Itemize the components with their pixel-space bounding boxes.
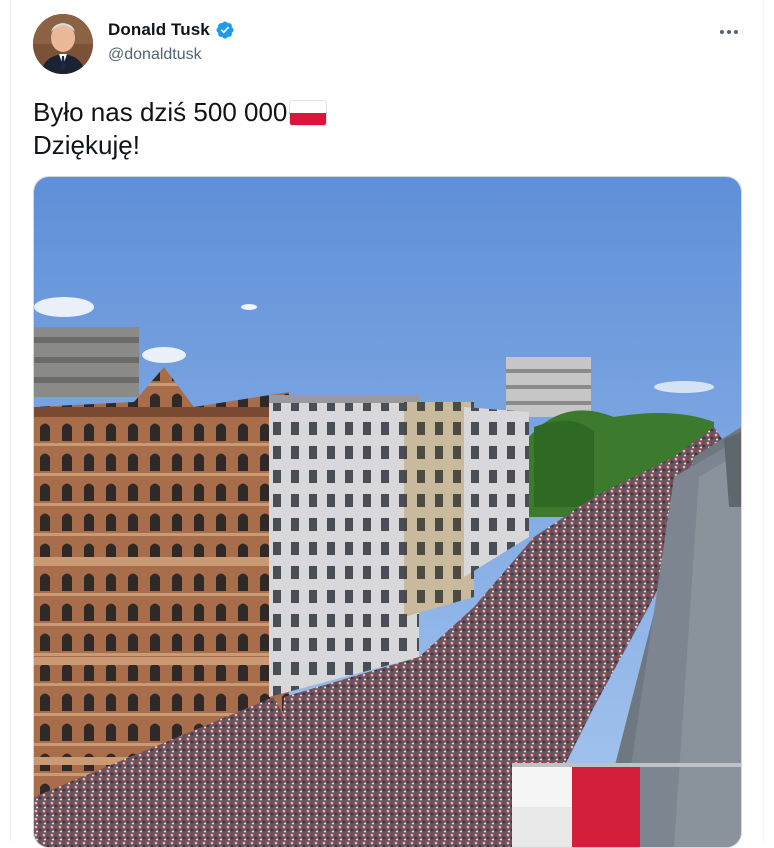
tweet-text-line2: Dziękuję! xyxy=(33,130,140,160)
poland-flag-icon xyxy=(289,99,328,126)
avatar[interactable] xyxy=(33,14,93,74)
more-options-icon[interactable] xyxy=(717,20,741,44)
tweet-text: Było nas dziś 500 000 Dziękuję! xyxy=(33,96,328,162)
tweet-card: Donald Tusk @donaldtusk Było nas dziś 50… xyxy=(10,0,764,848)
tweet-photo[interactable] xyxy=(33,176,742,848)
author-name[interactable]: Donald Tusk xyxy=(108,20,210,40)
author-handle[interactable]: @donaldtusk xyxy=(108,46,202,64)
crowd-photo xyxy=(34,177,741,847)
tweet-text-line1: Było nas dziś 500 000 xyxy=(33,97,288,127)
avatar-photo xyxy=(33,14,93,74)
verified-badge-icon xyxy=(215,20,235,40)
